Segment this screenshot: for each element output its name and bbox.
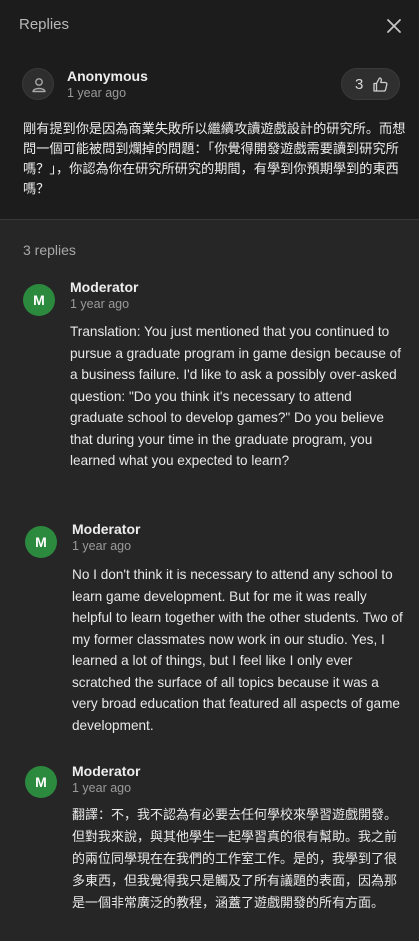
author-name: Moderator xyxy=(72,763,141,779)
post-time: 1 year ago xyxy=(70,297,130,311)
thumbs-up-icon xyxy=(373,77,388,92)
reply-text: No I don't think it is necessary to atte… xyxy=(72,567,403,733)
like-count: 3 xyxy=(355,76,364,93)
author-name: Moderator xyxy=(72,521,141,537)
question-post: Anonymous 1 year ago 3 剛有提到你是因為商業失敗所以繼續攻… xyxy=(0,52,419,220)
avatar: M xyxy=(25,766,57,798)
close-button[interactable] xyxy=(382,14,406,38)
reply-text: Translation: You just mentioned that you… xyxy=(70,324,401,468)
avatar: M xyxy=(25,526,57,558)
reply-text: 翻譯：不，我不認為有必要去任何學校來學習遊戲開發。但對我來說，與其他學生一起學習… xyxy=(72,807,398,910)
replies-count: 3 replies xyxy=(23,242,76,258)
post-time: 1 year ago xyxy=(72,781,132,795)
avatar: M xyxy=(23,284,55,316)
post-time: 1 year ago xyxy=(72,539,132,553)
author-name: Moderator xyxy=(70,279,139,295)
replies-header: Replies xyxy=(0,0,419,52)
user-icon xyxy=(32,78,46,93)
close-icon xyxy=(387,19,401,33)
header-title: Replies xyxy=(19,16,70,33)
question-text: 剛有提到你是因為商業失敗所以繼續攻讀遊戲設計的研究所。而想問一個可能被問到爛掉的… xyxy=(23,121,406,196)
like-button[interactable]: 3 xyxy=(341,68,400,100)
author-name: Anonymous xyxy=(67,68,148,84)
post-time: 1 year ago xyxy=(67,86,127,100)
avatar xyxy=(22,68,54,100)
